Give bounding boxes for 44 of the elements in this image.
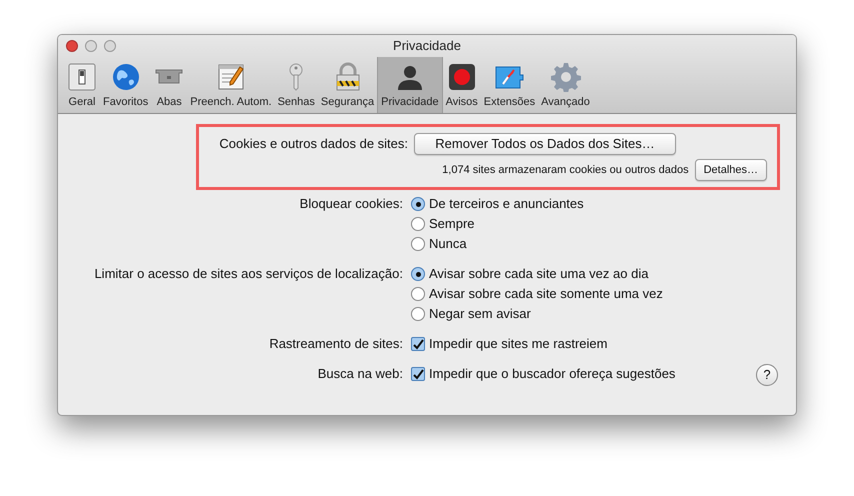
option-label: Avisar sobre cada site somente uma vez	[429, 285, 663, 304]
setting-label: Bloquear cookies:	[298, 195, 404, 213]
minimize-button[interactable]	[85, 40, 97, 52]
record-icon	[446, 62, 477, 92]
option-label: Nunca	[429, 235, 467, 254]
toolbar-tab[interactable]: Favoritos	[100, 56, 152, 113]
option-label: De terceiros e anunciantes	[429, 195, 584, 214]
details-button[interactable]: Detalhes…	[694, 159, 767, 181]
toolbar-tab[interactable]: Extensões	[480, 56, 538, 113]
option-label: Impedir que sites me rastreiem	[429, 335, 608, 354]
option-label: Avisar sobre cada site uma vez ao dia	[429, 265, 648, 284]
toolbar-tab[interactable]: Segurança	[318, 56, 378, 113]
toolbar-tab[interactable]: Avançado	[538, 56, 593, 113]
sites-info-text: 1,074 sites armazenaram cookies ou outros dados	[442, 162, 689, 178]
globe-icon	[110, 62, 141, 92]
radio-button[interactable]	[411, 307, 425, 321]
toolbar-tab[interactable]: Abas	[151, 56, 188, 113]
radio-button[interactable]	[411, 287, 425, 301]
toolbar-tab[interactable]: Geral	[64, 56, 100, 113]
close-button[interactable]	[66, 40, 78, 52]
radio-button[interactable]	[411, 237, 425, 251]
setting-label: Rastreamento de sites:	[268, 335, 404, 353]
radio-button[interactable]	[411, 197, 425, 211]
option-label: Impedir que o buscador ofereça sugestões	[429, 365, 676, 384]
radio-button[interactable]	[411, 267, 425, 281]
switch-icon	[67, 62, 97, 92]
zoom-button[interactable]	[104, 40, 116, 52]
toolbar-tab[interactable]: Privacidade	[377, 56, 443, 113]
window-title: Privacidade	[393, 37, 461, 56]
option-label: Negar sem avisar	[429, 305, 531, 324]
help-button[interactable]: ?	[756, 364, 778, 386]
toolbar-tab[interactable]: Senhas	[274, 56, 318, 113]
setting-label: Busca na web:	[316, 365, 404, 383]
option-label: Sempre	[429, 215, 475, 234]
toolbar-tab[interactable]: Avisos	[442, 56, 481, 113]
checkbox[interactable]	[411, 337, 425, 351]
setting-label: Limitar o acesso de sites aos serviços de localização:	[93, 265, 404, 283]
remove-data-button[interactable]: Remover Todos os Dados dos Sites…	[414, 133, 676, 155]
toolbar-tab[interactable]: Preench. Autom.	[187, 56, 275, 113]
setting-label: Cookies e outros dados de sites:	[218, 135, 408, 154]
radio-button[interactable]	[411, 217, 425, 231]
checkbox[interactable]	[411, 367, 425, 381]
notepad-icon	[216, 62, 246, 92]
gear-icon	[550, 62, 581, 92]
